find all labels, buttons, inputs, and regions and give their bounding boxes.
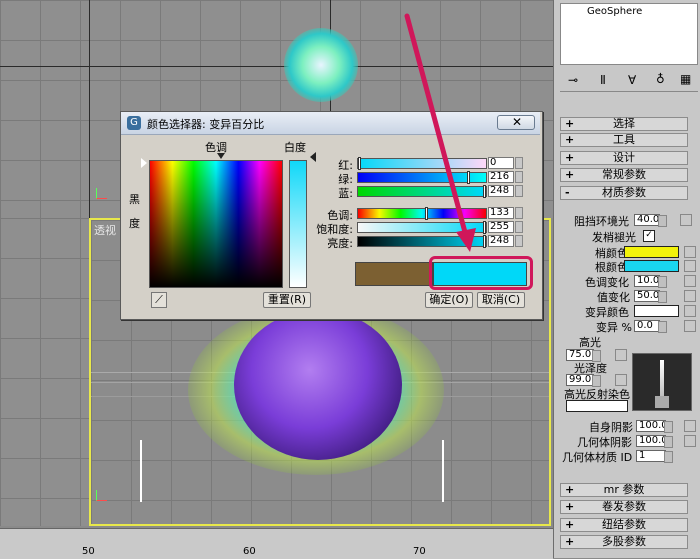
ambient-label: 阻挡环境光: [574, 215, 629, 228]
rollout-label: 材质参数: [602, 186, 646, 199]
ruler-tick-label: 60: [243, 546, 256, 557]
show-end-result-icon[interactable]: Ⅱ: [600, 73, 606, 87]
object-name-box: GeoSphere: [560, 3, 698, 65]
value-variation-input[interactable]: 50.0: [634, 290, 667, 303]
annotation-arrow: [404, 13, 476, 252]
rollout-label: 卷发参数: [602, 500, 646, 513]
self-shadow-map-button[interactable]: [684, 420, 696, 432]
glossiness-input[interactable]: 99.0: [566, 374, 601, 387]
highlight-map-button[interactable]: [615, 349, 627, 361]
self-illum-checkbox[interactable]: ✓: [643, 230, 655, 242]
rollout-label: 多股参数: [602, 535, 646, 548]
value-variation-map-button[interactable]: [684, 290, 696, 302]
rollout-label: 纽结参数: [602, 518, 646, 531]
rollout-label: 设计: [613, 151, 635, 164]
pin-stack-icon[interactable]: ⊸: [568, 73, 578, 87]
ambient-map-button[interactable]: [680, 214, 692, 226]
object-name[interactable]: GeoSphere: [587, 6, 642, 17]
geo-shadow-map-button[interactable]: [684, 435, 696, 447]
modifier-toolbar: ⊸ Ⅱ ∀ ♁ ▦: [560, 71, 698, 92]
spec-tint-swatch[interactable]: [566, 400, 628, 412]
remove-modifier-icon[interactable]: ♁: [656, 72, 665, 86]
rollout-label: 工具: [613, 133, 635, 146]
mutant-color-label: 变异颜色: [585, 306, 629, 319]
value-variation-label: 值变化: [597, 291, 630, 304]
geo-shadow-input[interactable]: 100.0: [636, 435, 673, 448]
mutant-percent-label: 变异 %: [596, 321, 632, 334]
hue-variation-input[interactable]: 10.0: [634, 275, 667, 288]
annotation-arrow-head: [456, 228, 476, 252]
mutant-percent-input[interactable]: 0.0: [634, 320, 667, 333]
hue-variation-map-button[interactable]: [684, 275, 696, 287]
geo-material-id-label: 几何体材质 ID: [562, 451, 633, 464]
self-illum-label: 发梢褪光: [592, 231, 636, 244]
mutant-color-swatch[interactable]: [634, 305, 679, 317]
rollout-mr-params[interactable]: + mr 参数: [560, 483, 688, 497]
make-unique-icon[interactable]: ∀: [628, 73, 636, 87]
geo-material-id-input[interactable]: 1: [636, 450, 673, 463]
tip-color-map-button[interactable]: [684, 246, 696, 258]
highlight-group-label: 高光: [579, 336, 601, 349]
hue-variation-label: 色调变化: [585, 276, 629, 289]
self-shadow-input[interactable]: 100.0: [636, 420, 673, 433]
glossiness-map-button[interactable]: [615, 374, 627, 386]
ambient-input[interactable]: 40.0: [634, 214, 667, 227]
rollout-material-params[interactable]: - 材质参数: [560, 186, 688, 200]
mutant-color-map-button[interactable]: [684, 305, 696, 317]
root-color-map-button[interactable]: [684, 260, 696, 272]
highlight-curve-graph: [632, 353, 692, 411]
mutant-percent-map-button[interactable]: [684, 320, 696, 332]
configure-sets-icon[interactable]: ▦: [680, 72, 691, 86]
rollout-label: 选择: [613, 117, 635, 130]
rollout-selection[interactable]: + 选择: [560, 117, 688, 131]
rollout-label: mr 参数: [603, 483, 645, 496]
axis-gizmo: [96, 490, 107, 501]
geo-shadow-label: 几何体阴影: [577, 436, 632, 449]
rollout-kink-params[interactable]: + 纽结参数: [560, 518, 688, 532]
tip-color-swatch[interactable]: [624, 246, 679, 258]
rollout-general-params[interactable]: + 常规参数: [560, 168, 688, 182]
ruler-tick-label: 50: [82, 546, 95, 557]
rollout-multistrand-params[interactable]: + 多股参数: [560, 535, 688, 549]
ruler-tick-label: 70: [413, 546, 426, 557]
self-shadow-label: 自身阴影: [589, 421, 633, 434]
rollout-frizz-params[interactable]: + 卷发参数: [560, 500, 688, 514]
root-color-swatch[interactable]: [624, 260, 679, 272]
command-panel: GeoSphere ⊸ Ⅱ ∀ ♁ ▦ + 选择 + 工具 + 设计 + 常规参数 -材…: [553, 0, 700, 558]
annotation-arrow-shaft: [404, 13, 469, 239]
rollout-label: 常规参数: [602, 168, 646, 181]
geosphere-perspective[interactable]: [234, 310, 402, 460]
rollout-styling[interactable]: + 设计: [560, 151, 688, 165]
rollout-tools[interactable]: + 工具: [560, 133, 688, 147]
